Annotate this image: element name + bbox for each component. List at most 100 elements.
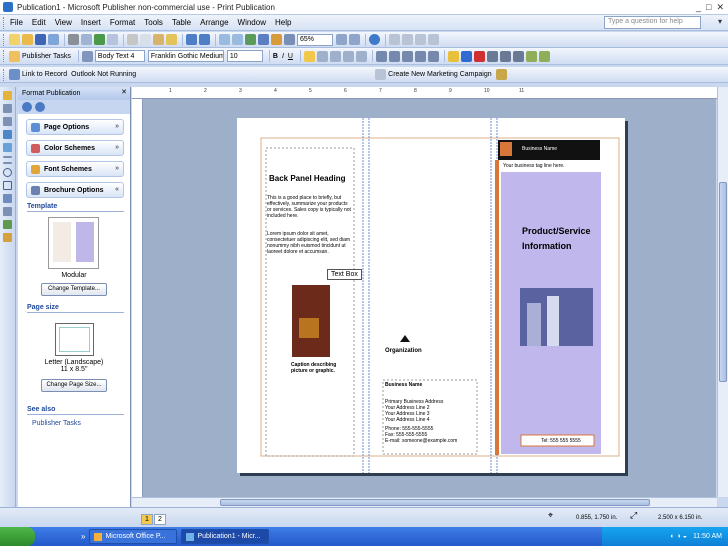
cover-tagline[interactable]: Your business tag line here. (503, 163, 565, 169)
toolbar-grip[interactable] (3, 33, 6, 46)
vertical-scrollbar[interactable] (717, 87, 728, 497)
scroll-thumb[interactable] (719, 182, 727, 382)
underline-button[interactable]: U (288, 53, 293, 60)
numbering-icon[interactable] (375, 50, 387, 62)
organization-name[interactable]: Organization (385, 348, 422, 354)
cover-tel[interactable]: Tel: 555 555 5555 (541, 438, 581, 444)
campaign-icon[interactable] (375, 69, 387, 80)
print-preview-icon[interactable] (81, 34, 92, 45)
section-font-schemes[interactable]: Font Schemes » (26, 161, 124, 177)
chevron-down-icon[interactable]: ▾ (718, 17, 722, 26)
horizontal-scrollbar[interactable] (132, 497, 717, 507)
scroll-thumb[interactable] (220, 499, 650, 506)
page-tab-1[interactable]: 1 (141, 514, 153, 525)
chevron-down-icon[interactable]: » (115, 144, 119, 151)
increase-indent-icon[interactable] (414, 50, 426, 62)
mail-icon[interactable] (48, 34, 59, 45)
taskbar-publication[interactable]: Publication1 - Micr... (181, 529, 270, 544)
publisher-tasks-link[interactable]: Publisher Tasks (32, 420, 130, 427)
font-size-select[interactable]: 10 (226, 50, 263, 62)
help-search-input[interactable]: Type a question for help (604, 16, 701, 29)
fill-color-icon[interactable] (447, 50, 459, 62)
zoom-in-icon[interactable] (349, 34, 360, 45)
link-to-record-button[interactable]: Link to Record (22, 71, 67, 78)
toolbar-grip[interactable] (3, 50, 6, 62)
vertical-ruler[interactable] (132, 99, 143, 497)
arrow-icon[interactable] (3, 162, 12, 164)
publisher-app-icon[interactable] (3, 2, 13, 12)
menu-edit[interactable]: Edit (32, 18, 46, 27)
bold-button[interactable]: B (273, 53, 278, 60)
menu-tools[interactable]: Tools (144, 18, 163, 27)
page-size-thumbnail[interactable] (55, 323, 94, 356)
copy-icon[interactable] (140, 34, 151, 45)
menu-view[interactable]: View (55, 18, 72, 27)
link-textbox-icon[interactable] (389, 34, 400, 45)
template-thumbnail[interactable] (48, 217, 99, 269)
chevron-down-icon[interactable]: » (115, 123, 119, 130)
menu-table[interactable]: Table (172, 18, 191, 27)
close-icon[interactable]: ✕ (121, 88, 127, 96)
undo-icon[interactable] (186, 34, 197, 45)
align-center-icon[interactable] (316, 50, 328, 62)
columns-icon[interactable] (271, 34, 282, 45)
decrease-indent-icon[interactable] (401, 50, 413, 62)
font-size-decrease-icon[interactable] (427, 50, 439, 62)
format-painter-icon[interactable] (166, 34, 177, 45)
distribute-icon[interactable] (355, 50, 367, 62)
start-button[interactable] (0, 527, 35, 546)
change-page-size-button[interactable]: Change Page Size... (41, 379, 107, 392)
unlink-textbox-icon[interactable] (402, 34, 413, 45)
wordart-icon[interactable] (3, 130, 12, 139)
business-name-mid[interactable]: Business Name (385, 382, 422, 388)
section-page-options[interactable]: Page Options » (26, 119, 124, 135)
cut-icon[interactable] (127, 34, 138, 45)
maximize-icon[interactable]: □ (706, 2, 711, 13)
help-icon[interactable] (369, 34, 380, 45)
line-style-icon[interactable] (486, 50, 498, 62)
publisher-tasks-button[interactable]: Publisher Tasks (22, 53, 71, 60)
3d-style-icon[interactable] (538, 50, 550, 62)
taskbar-office[interactable]: Microsoft Office P... (89, 529, 178, 544)
section-color-schemes[interactable]: Color Schemes » (26, 140, 124, 156)
research-icon[interactable] (107, 34, 118, 45)
paste-icon[interactable] (153, 34, 164, 45)
align-right-icon[interactable] (329, 50, 341, 62)
document-workspace[interactable]: Back Panel Heading This is a good place … (143, 99, 716, 497)
show-formatting-icon[interactable] (284, 34, 295, 45)
back-panel-heading[interactable]: Back Panel Heading (269, 174, 345, 183)
styles-icon[interactable] (81, 50, 93, 62)
autoshapes-icon[interactable] (3, 194, 12, 203)
print-icon[interactable] (68, 34, 79, 45)
previous-textbox-icon[interactable] (415, 34, 426, 45)
redo-icon[interactable] (199, 34, 210, 45)
italic-button[interactable]: I (282, 53, 284, 60)
font-color-icon[interactable] (473, 50, 485, 62)
menu-arrange[interactable]: Arrange (200, 18, 228, 27)
business-info-icon[interactable] (3, 233, 12, 242)
chevron-down-icon[interactable]: » (115, 165, 119, 172)
zoom-select[interactable]: 65% (297, 33, 333, 46)
align-left-icon[interactable] (303, 50, 315, 62)
menu-window[interactable]: Window (238, 18, 266, 27)
table-icon[interactable] (258, 34, 269, 45)
select-objects-icon[interactable] (3, 91, 12, 100)
line-color-icon[interactable] (460, 50, 472, 62)
horizontal-ruler[interactable]: 1 2 3 4 5 6 7 8 9 10 11 (132, 87, 717, 99)
menu-format[interactable]: Format (110, 18, 135, 27)
minimize-icon[interactable]: _ (696, 2, 701, 13)
design-gallery-icon[interactable] (3, 220, 12, 229)
forward-icon[interactable] (35, 102, 45, 112)
text-box-icon[interactable] (3, 104, 12, 113)
insert-table-icon[interactable] (3, 117, 12, 126)
menu-help[interactable]: Help (275, 18, 291, 27)
send-backward-icon[interactable] (232, 34, 243, 45)
close-icon[interactable]: ✕ (716, 2, 724, 13)
zoom-out-icon[interactable] (336, 34, 347, 45)
back-panel-body-1[interactable]: This is a good place to briefly, but eff… (267, 195, 353, 219)
spelling-icon[interactable] (94, 34, 105, 45)
new-icon[interactable] (9, 34, 20, 45)
link-record-icon[interactable] (9, 69, 20, 80)
menu-file[interactable]: File (10, 18, 23, 27)
picture-caption[interactable]: Caption describing picture or graphic. (291, 362, 337, 374)
